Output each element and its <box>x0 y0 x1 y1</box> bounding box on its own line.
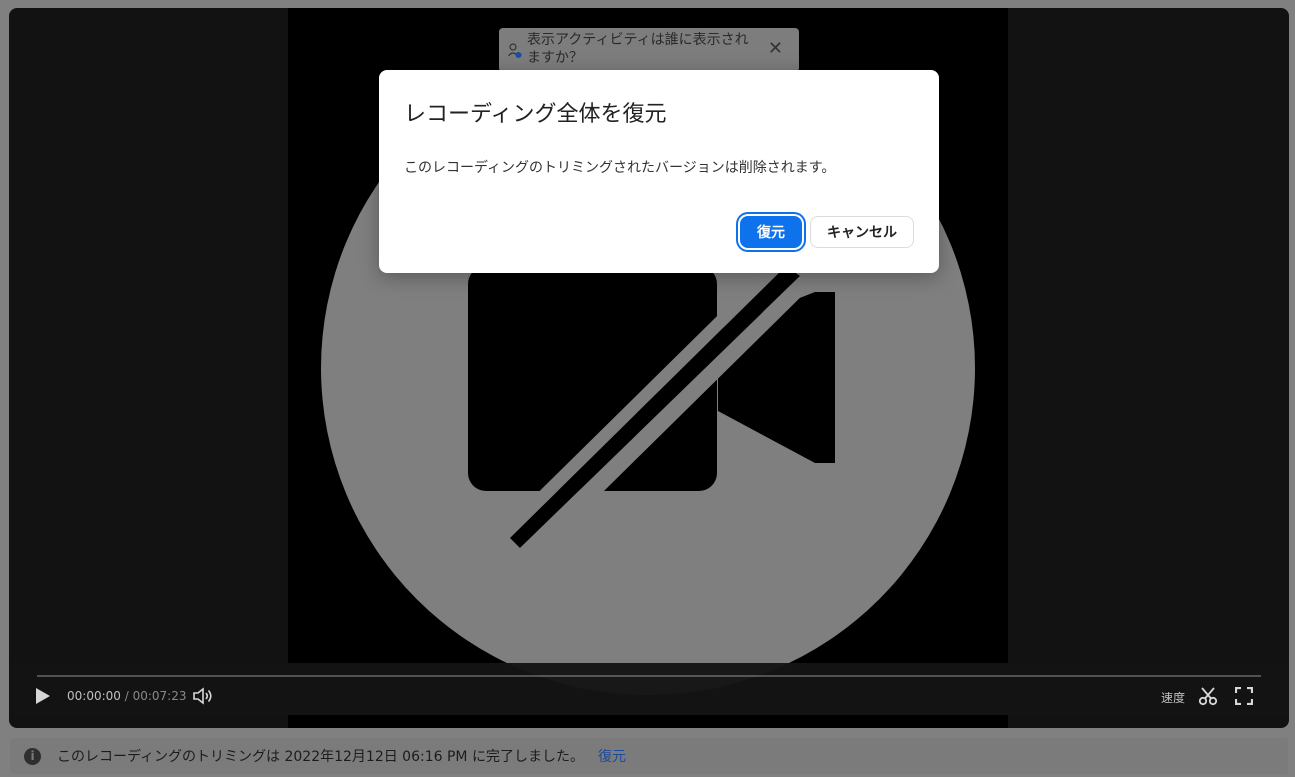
play-icon[interactable] <box>35 687 51 705</box>
restore-link[interactable]: 復元 <box>598 746 626 766</box>
time-separator: / <box>120 689 133 703</box>
player-controls: 00:00:00 / 00:07:23 速度 <box>9 663 1289 715</box>
dialog-message: このレコーディングのトリミングされたバージョンは削除されます。 <box>404 160 836 176</box>
total-time: 00:07:23 <box>132 689 187 703</box>
trim-status-message: このレコーディングのトリミングは 2022年12月12日 06:16 PM に完… <box>57 749 584 765</box>
dialog-title: レコーディング全体を復元 <box>404 102 667 127</box>
restore-button[interactable]: 復元 <box>740 216 802 248</box>
speed-button[interactable]: 速度 <box>1161 689 1185 706</box>
user-visibility-icon <box>508 43 522 58</box>
cancel-button[interactable]: キャンセル <box>810 216 914 248</box>
activity-visibility-notice: 表示アクティビティは誰に表示されますか？ ✕ <box>499 28 799 72</box>
fullscreen-icon[interactable] <box>1235 687 1253 705</box>
volume-icon[interactable] <box>193 687 213 705</box>
restore-recording-dialog: レコーディング全体を復元 このレコーディングのトリミングされたバージョンは削除さ… <box>379 70 939 273</box>
current-time: 00:00:00 <box>67 689 121 703</box>
scissors-icon[interactable] <box>1198 686 1218 706</box>
info-icon: i <box>24 747 41 765</box>
notice-text: 表示アクティビティは誰に表示されますか？ <box>527 32 749 66</box>
time-display: 00:00:00 / 00:07:23 <box>67 689 186 703</box>
close-icon[interactable]: ✕ <box>768 40 783 58</box>
trim-status-bar: i このレコーディングのトリミングは 2022年12月12日 06:16 PM … <box>10 738 1288 774</box>
progress-bar[interactable] <box>37 675 1261 677</box>
